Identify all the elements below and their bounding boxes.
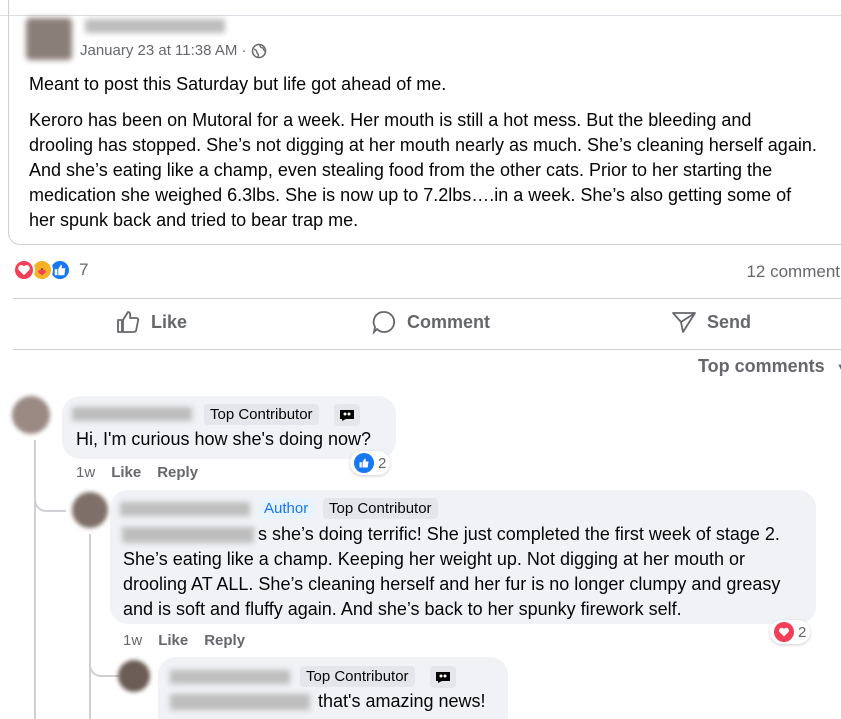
- reply-connector: [34, 488, 66, 512]
- post-text-intro: Meant to post this Saturday but life got…: [29, 74, 447, 94]
- comment-text-first-line: s she’s doing terrific! She just complet…: [258, 524, 780, 544]
- comment-reply-button[interactable]: Reply: [157, 464, 198, 481]
- globe-icon: [251, 43, 266, 58]
- avatar[interactable]: [72, 492, 108, 528]
- avatar[interactable]: [12, 396, 50, 434]
- comment-like-button[interactable]: Like: [158, 632, 188, 649]
- comment-like-button[interactable]: Like: [111, 464, 141, 481]
- reaction-count: 7: [79, 260, 89, 279]
- commenter-name[interactable]: [170, 670, 290, 684]
- top-contributor-badge[interactable]: Top Contributor: [300, 666, 415, 687]
- top-contributor-badge[interactable]: Top Contributor: [323, 498, 438, 519]
- commenter-name[interactable]: [120, 502, 250, 516]
- badge-icon: [430, 666, 456, 688]
- mentioned-name[interactable]: [122, 527, 254, 543]
- chevron-down-icon: ▼: [836, 360, 841, 375]
- reply-connector: [89, 655, 119, 677]
- comment-reactions[interactable]: 2: [350, 451, 391, 475]
- commenter-name[interactable]: [72, 407, 192, 421]
- like-icon: [354, 453, 374, 473]
- comment-time[interactable]: 1w: [76, 464, 95, 481]
- comment-button[interactable]: Comment: [371, 309, 490, 335]
- author-badge[interactable]: Author: [258, 498, 315, 519]
- post-meta: January 23 at 11:38 AM ·: [80, 42, 267, 59]
- comment-count[interactable]: 12 comment: [746, 262, 840, 282]
- thread-line: [89, 534, 91, 719]
- avatar[interactable]: [118, 660, 150, 692]
- divider: [13, 298, 841, 299]
- comment-actions: 1w Like Reply: [123, 632, 245, 649]
- love-icon: [13, 259, 35, 281]
- comment-time[interactable]: 1w: [123, 632, 142, 649]
- comment-text: She’s eating like a champ. Keeping her w…: [123, 549, 781, 619]
- speech-bubble-icon: [372, 311, 396, 335]
- comment-sort-dropdown[interactable]: Top comments ▼: [698, 356, 841, 377]
- thumbs-up-icon: [117, 311, 140, 333]
- mentioned-name[interactable]: [170, 694, 310, 710]
- top-contributor-badge[interactable]: Top Contributor: [204, 404, 319, 425]
- send-icon: [672, 312, 696, 333]
- divider: [13, 349, 841, 350]
- reaction-summary[interactable]: 7: [13, 259, 88, 281]
- post-text-body: Keroro has been on Mutoral for a week. H…: [29, 110, 817, 230]
- thread-line: [34, 440, 36, 719]
- comment-actions: 1w Like Reply: [76, 464, 198, 481]
- post-author-name[interactable]: [85, 19, 225, 33]
- badge-icon: [334, 404, 360, 426]
- like-button[interactable]: Like: [115, 309, 187, 335]
- post-timestamp[interactable]: January 23 at 11:38 AM ·: [80, 42, 247, 59]
- send-button[interactable]: Send: [671, 309, 751, 335]
- love-icon: [774, 622, 794, 642]
- comment-reply-button[interactable]: Reply: [204, 632, 245, 649]
- comment-reactions[interactable]: 2: [770, 620, 811, 644]
- comment-text: Hi, I'm curious how she's doing now?: [76, 429, 372, 449]
- comment-text: that's amazing news!: [318, 691, 486, 711]
- post-author-avatar[interactable]: [26, 18, 72, 60]
